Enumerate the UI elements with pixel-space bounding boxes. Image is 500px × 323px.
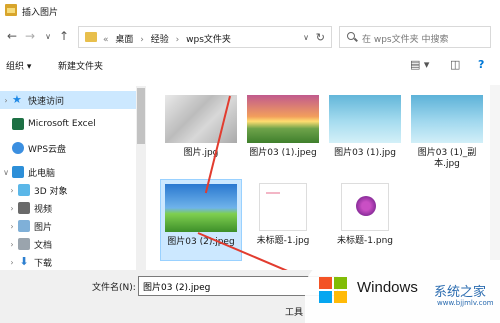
folder-icon <box>85 32 97 42</box>
file-item[interactable]: 图片.jpg <box>160 91 242 175</box>
nav-label: 视频 <box>34 204 53 215</box>
nav-label: 此电脑 <box>28 168 56 179</box>
breadcrumb-overflow[interactable]: « <box>103 35 109 45</box>
video-icon <box>18 202 30 214</box>
watermark-text-cn: 系统之家 <box>434 285 487 300</box>
nav-videos[interactable]: › 视频 <box>0 199 136 217</box>
breadcrumb-separator: › <box>175 35 180 45</box>
file-item-selected[interactable]: 图片03 (2).jpeg <box>160 179 242 261</box>
breadcrumb-desktop[interactable]: 桌面 <box>115 35 133 45</box>
expand-arrow-icon[interactable]: ∨ <box>0 168 12 177</box>
breadcrumb-experience[interactable]: 经验 <box>151 35 169 45</box>
address-row: ← → ∨ ↑ « 桌面 › 经验 › wps文件夹 ∨ ↻ 在 wps文件夹 … <box>0 22 500 52</box>
windows-logo-icon <box>319 277 347 303</box>
new-folder-button[interactable]: 新建文件夹 <box>58 59 103 72</box>
nav-scrollbar[interactable] <box>136 86 146 270</box>
nav-label: Microsoft Excel <box>28 119 96 129</box>
nav-label: 下载 <box>34 258 53 269</box>
document-icon <box>18 238 30 250</box>
watermark-text: Windows <box>357 279 418 296</box>
file-item[interactable]: 图片03 (1).jpg <box>324 91 406 175</box>
nav-wps-cloud[interactable]: WPS云盘 <box>0 139 136 157</box>
nav-this-pc[interactable]: ∨ 此电脑 <box>0 163 136 181</box>
nav-3d-objects[interactable]: › 3D 对象 <box>0 181 136 199</box>
file-name: 图片03 (1).jpg <box>334 148 396 158</box>
expand-arrow-icon[interactable]: › <box>6 222 18 231</box>
nav-pictures[interactable]: › 图片 <box>0 217 136 235</box>
file-list-scrollbar[interactable] <box>490 85 500 270</box>
file-name: 图片03 (1).jpeg <box>249 148 317 158</box>
organize-button[interactable]: 组织 ▾ <box>6 59 31 72</box>
expand-arrow-icon[interactable]: › <box>6 204 18 213</box>
filename-label: 文件名(N): <box>92 283 136 293</box>
tools-button[interactable]: 工具 <box>285 305 303 318</box>
address-dropdown-icon[interactable]: ∨ <box>303 33 309 42</box>
file-thumbnail <box>329 95 401 143</box>
recent-locations-icon[interactable]: ∨ <box>42 32 54 41</box>
nav-quick-access[interactable]: › ★ 快速访问 <box>0 91 136 109</box>
title-bar: 插入图片 <box>0 0 500 22</box>
flower-icon <box>356 196 376 216</box>
file-name: 图片03 (1)_副本.jpg <box>417 148 477 169</box>
file-item[interactable]: 未标题-1.jpg <box>242 179 324 261</box>
file-thumbnail <box>165 184 237 232</box>
file-item[interactable]: 未标题-1.png <box>324 179 406 261</box>
file-name: 未标题-1.jpg <box>256 236 310 246</box>
view-options-icon[interactable]: ▤ ▾ <box>410 58 429 71</box>
help-icon[interactable]: ? <box>478 58 484 71</box>
nav-label: 图片 <box>34 222 53 233</box>
folder-image-icon <box>5 4 17 16</box>
file-item[interactable]: 图片03 (1).jpeg <box>242 91 324 175</box>
expand-arrow-icon[interactable]: › <box>6 240 18 249</box>
breadcrumb-wps-folder[interactable]: wps文件夹 <box>186 35 231 45</box>
computer-icon <box>12 166 24 178</box>
download-icon: ⬇ <box>19 255 29 268</box>
file-thumbnail <box>341 183 389 231</box>
nav-documents[interactable]: › 文档 <box>0 235 136 253</box>
search-placeholder: 在 wps文件夹 中搜索 <box>362 35 449 45</box>
nav-label: 快速访问 <box>28 96 65 107</box>
back-arrow-icon[interactable]: ← <box>6 29 18 43</box>
breadcrumb: « 桌面 › 经验 › wps文件夹 <box>103 32 235 45</box>
star-icon: ★ <box>12 93 22 106</box>
file-name: 图片.jpg <box>183 148 219 158</box>
forward-arrow-icon[interactable]: → <box>24 29 36 43</box>
search-icon <box>347 32 355 40</box>
nav-microsoft-excel[interactable]: Microsoft Excel <box>0 115 136 133</box>
excel-icon <box>12 118 24 130</box>
file-item[interactable]: 图片03 (1)_副本.jpg <box>406 91 488 175</box>
preview-pane-icon[interactable]: ◫ <box>450 58 460 71</box>
breadcrumb-separator: › <box>140 35 144 45</box>
expand-arrow-icon[interactable]: › <box>6 186 18 195</box>
expand-arrow-icon[interactable]: › <box>6 258 18 267</box>
file-thumbnail <box>259 183 307 231</box>
nav-label: 3D 对象 <box>34 186 68 197</box>
window-title: 插入图片 <box>22 8 59 18</box>
file-name: 未标题-1.png <box>337 236 393 246</box>
nav-label: WPS云盘 <box>28 144 67 155</box>
file-thumbnail <box>411 95 483 143</box>
up-arrow-icon[interactable]: ↑ <box>58 29 70 43</box>
nav-label: 文档 <box>34 240 53 251</box>
file-thumbnail <box>247 95 319 143</box>
cube-icon <box>18 184 30 196</box>
cloud-icon <box>12 142 24 154</box>
navigation-pane: › ★ 快速访问 Microsoft Excel WPS云盘 ∨ 此电脑 › 3… <box>0 85 148 270</box>
refresh-icon[interactable]: ↻ <box>316 31 325 44</box>
watermark: Windows 系统之家 www.bjjmlv.com <box>305 260 500 323</box>
picture-icon <box>18 220 30 232</box>
nav-downloads[interactable]: › ⬇ 下载 <box>0 253 136 271</box>
search-input[interactable]: 在 wps文件夹 中搜索 <box>339 26 491 48</box>
watermark-url: www.bjjmlv.com <box>437 299 494 307</box>
toolbar: 组织 ▾ 新建文件夹 ▤ ▾ ◫ ? <box>0 52 500 78</box>
address-bar[interactable]: « 桌面 › 经验 › wps文件夹 ∨ ↻ <box>78 26 332 48</box>
nav-scrollbar-thumb[interactable] <box>137 88 145 144</box>
file-list: 图片.jpg 图片03 (1).jpeg 图片03 (1).jpg 图片03 (… <box>150 85 488 270</box>
expand-arrow-icon[interactable]: › <box>0 96 12 105</box>
